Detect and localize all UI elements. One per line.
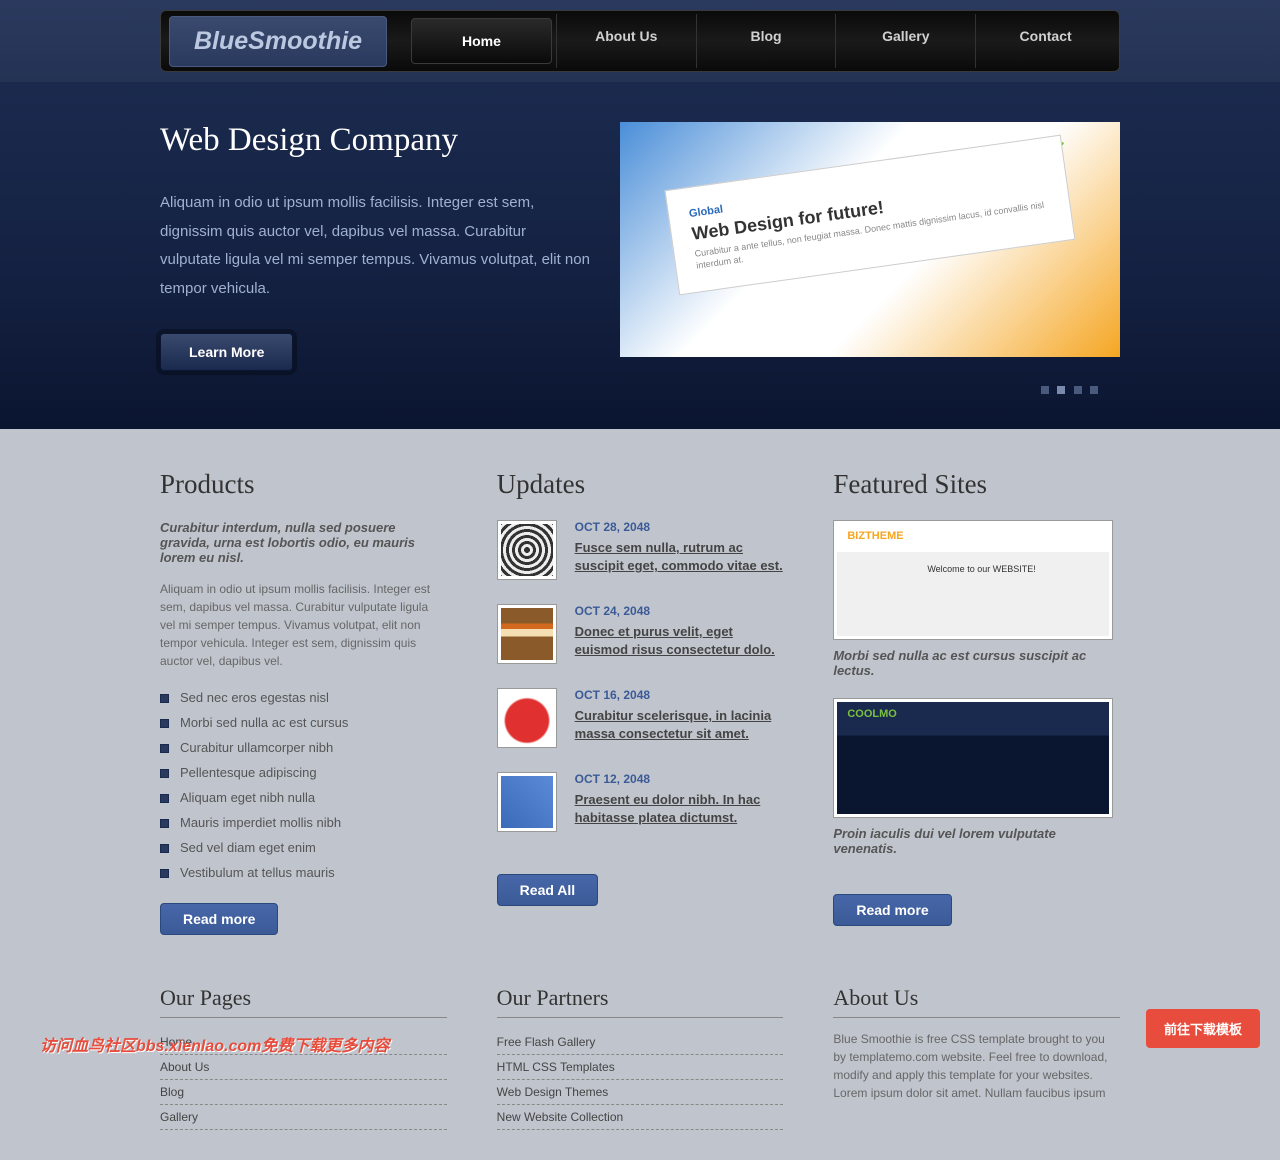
nav-blog[interactable]: Blog <box>696 14 836 68</box>
footer-link[interactable]: Blog <box>160 1080 447 1105</box>
header-bar: BlueSmoothie Home About Us Blog Gallery … <box>0 0 1280 82</box>
hero-image-card: Global Web Design for future! Curabitur … <box>665 135 1076 296</box>
list-item: Mauris imperdiet mollis nibh <box>160 810 447 835</box>
update-item: OCT 16, 2048 Curabitur scelerisque, in l… <box>497 688 784 748</box>
updates-heading: Updates <box>497 469 784 500</box>
update-link[interactable]: Donec et purus velit, eget euismod risus… <box>575 624 775 657</box>
footer-partners-heading: Our Partners <box>497 985 784 1018</box>
list-item: Vestibulum at tellus mauris <box>160 860 447 885</box>
update-date: OCT 28, 2048 <box>575 520 784 534</box>
slider-dot[interactable] <box>1041 386 1049 394</box>
hero-title: Web Design Company <box>160 122 590 159</box>
read-more-button[interactable]: Read more <box>160 903 278 935</box>
hero-text: Web Design Company Aliquam in odio ut ip… <box>160 122 590 371</box>
list-item: Morbi sed nulla ac est cursus <box>160 710 447 735</box>
slider-dot[interactable] <box>1074 386 1082 394</box>
updates-column: Updates OCT 28, 2048 Fusce sem nulla, ru… <box>497 469 784 935</box>
featured-caption: Morbi sed nulla ac est cursus suscipit a… <box>833 648 1120 678</box>
nav-gallery[interactable]: Gallery <box>835 14 975 68</box>
list-item: Curabitur ullamcorper nibh <box>160 735 447 760</box>
footer-link[interactable]: Gallery <box>160 1105 447 1130</box>
update-date: OCT 24, 2048 <box>575 604 784 618</box>
update-thumbnail[interactable] <box>497 688 557 748</box>
featured-column: Featured Sites BIZTHEME Welcome to our W… <box>833 469 1120 935</box>
footer-link[interactable]: Web Design Themes <box>497 1080 784 1105</box>
list-item: Pellentesque adipiscing <box>160 760 447 785</box>
featured-thumbnail[interactable]: COOLMO <box>833 698 1113 818</box>
featured-thumbnail[interactable]: BIZTHEME Welcome to our WEBSITE! <box>833 520 1113 640</box>
learn-more-button[interactable]: Learn More <box>160 333 293 371</box>
footer-partners-list: Free Flash GalleryHTML CSS TemplatesWeb … <box>497 1030 784 1130</box>
products-body: Aliquam in odio ut ipsum mollis facilisi… <box>160 580 447 670</box>
footer-about: About Us Blue Smoothie is free CSS templ… <box>833 985 1120 1130</box>
slider-pagination <box>160 381 1120 399</box>
footer-link[interactable]: New Website Collection <box>497 1105 784 1130</box>
footer-partners: Our Partners Free Flash GalleryHTML CSS … <box>497 985 784 1130</box>
slider-dot[interactable] <box>1090 386 1098 394</box>
main-columns: Products Curabitur interdum, nulla sed p… <box>160 429 1120 965</box>
header: BlueSmoothie Home About Us Blog Gallery … <box>160 10 1120 72</box>
read-all-button[interactable]: Read All <box>497 874 599 906</box>
update-thumbnail[interactable] <box>497 604 557 664</box>
products-column: Products Curabitur interdum, nulla sed p… <box>160 469 447 935</box>
list-item: Sed nec eros egestas nisl <box>160 685 447 710</box>
update-link[interactable]: Fusce sem nulla, rutrum ac suscipit eget… <box>575 540 783 573</box>
products-intro: Curabitur interdum, nulla sed posuere gr… <box>160 520 447 565</box>
update-thumbnail[interactable] <box>497 520 557 580</box>
footer-columns: Our Pages HomeAbout UsBlogGallery Our Pa… <box>160 965 1120 1160</box>
nav-home[interactable]: Home <box>411 18 552 64</box>
update-link[interactable]: Curabitur scelerisque, in lacinia massa … <box>575 708 772 741</box>
featured-caption: Proin iaculis dui vel lorem vulputate ve… <box>833 826 1120 856</box>
products-list: Sed nec eros egestas nisl Morbi sed null… <box>160 685 447 885</box>
update-item: OCT 24, 2048 Donec et purus velit, eget … <box>497 604 784 664</box>
nav-contact[interactable]: Contact <box>975 14 1115 68</box>
update-link[interactable]: Praesent eu dolor nibh. In hac habitasse… <box>575 792 761 825</box>
hero-image: ✓ Global Web Design for future! Curabitu… <box>620 122 1120 357</box>
update-item: OCT 28, 2048 Fusce sem nulla, rutrum ac … <box>497 520 784 580</box>
update-date: OCT 12, 2048 <box>575 772 784 786</box>
footer-pages-heading: Our Pages <box>160 985 447 1018</box>
slider-dot[interactable] <box>1057 386 1065 394</box>
update-item: OCT 12, 2048 Praesent eu dolor nibh. In … <box>497 772 784 832</box>
footer-about-heading: About Us <box>833 985 1120 1018</box>
read-more-button[interactable]: Read more <box>833 894 951 926</box>
products-heading: Products <box>160 469 447 500</box>
footer-link[interactable]: Free Flash Gallery <box>497 1030 784 1055</box>
hero-body: Aliquam in odio ut ipsum mollis facilisi… <box>160 189 590 303</box>
update-thumbnail[interactable] <box>497 772 557 832</box>
footer-about-text: Blue Smoothie is free CSS template broug… <box>833 1030 1120 1102</box>
main-nav: Home About Us Blog Gallery Contact <box>407 14 1115 68</box>
list-item: Sed vel diam eget enim <box>160 835 447 860</box>
watermark-text: 访问血鸟社区bbs.xienlao.com免费下载更多内容 <box>40 1032 389 1056</box>
hero-section: Web Design Company Aliquam in odio ut ip… <box>0 82 1280 429</box>
nav-about[interactable]: About Us <box>556 14 696 68</box>
list-item: Aliquam eget nibh nulla <box>160 785 447 810</box>
download-template-button[interactable]: 前往下载模板 <box>1146 1009 1260 1048</box>
updates-list: OCT 28, 2048 Fusce sem nulla, rutrum ac … <box>497 520 784 832</box>
featured-list: BIZTHEME Welcome to our WEBSITE! Morbi s… <box>833 520 1120 856</box>
hero: Web Design Company Aliquam in odio ut ip… <box>160 122 1120 371</box>
featured-heading: Featured Sites <box>833 469 1120 500</box>
featured-item: COOLMO Proin iaculis dui vel lorem vulpu… <box>833 698 1120 856</box>
logo[interactable]: BlueSmoothie <box>169 16 387 67</box>
update-date: OCT 16, 2048 <box>575 688 784 702</box>
featured-item: BIZTHEME Welcome to our WEBSITE! Morbi s… <box>833 520 1120 678</box>
footer-pages: Our Pages HomeAbout UsBlogGallery <box>160 985 447 1130</box>
